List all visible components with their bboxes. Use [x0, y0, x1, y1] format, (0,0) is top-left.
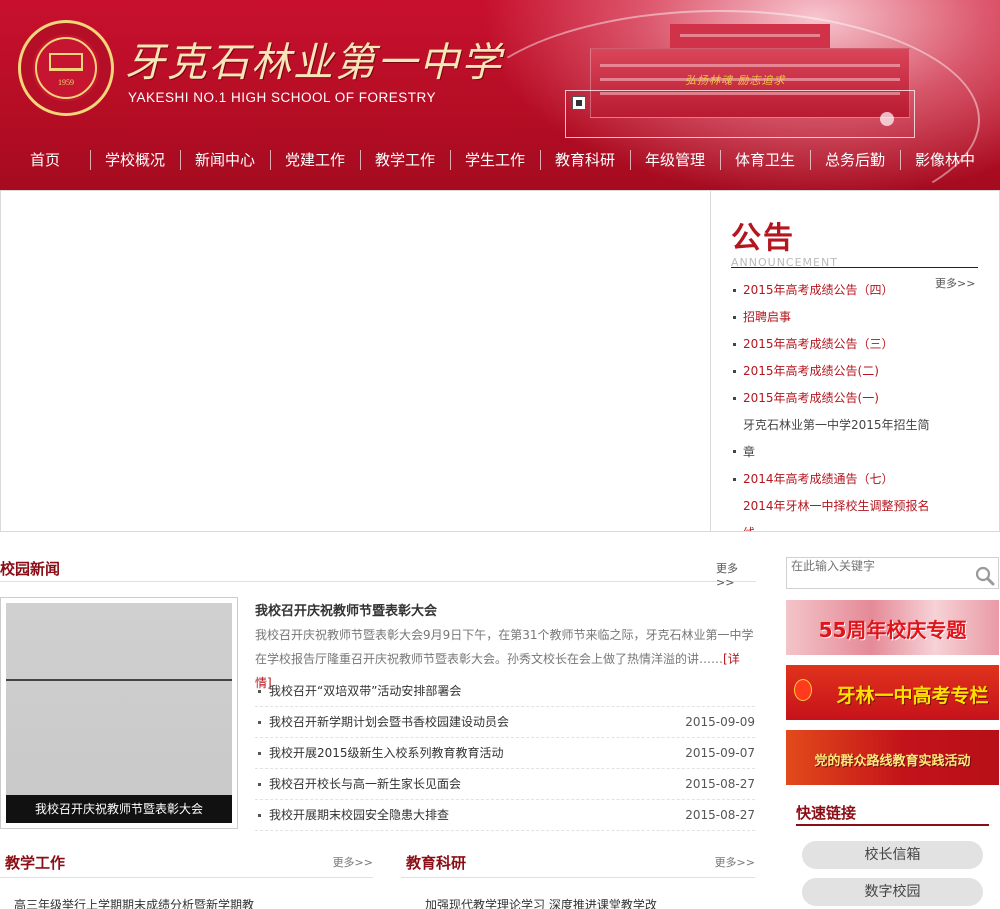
news-item-title[interactable]: 我校开展2015级新生入校系列教育教育活动 — [269, 746, 504, 760]
research-title: 教育科研 — [406, 854, 467, 872]
news-item-title[interactable]: 我校召开新学期计划会暨书香校园建设动员会 — [269, 715, 509, 729]
announcement-more-link[interactable]: 更多>> — [935, 275, 975, 291]
news-list-item[interactable]: 我校开展2015级新生入校系列教育教育活动 2015-09-07 — [255, 738, 755, 769]
banner-pause-icon[interactable] — [572, 96, 586, 110]
promo-party-banner[interactable]: 党的群众路线教育实践活动 — [786, 730, 999, 785]
news-list-item[interactable]: 我校召开新学期计划会暨书香校园建设动员会 2015-09-09 — [255, 707, 755, 738]
news-photo-image: 我校召开庆祝教师节暨表彰大会 — [6, 603, 232, 823]
feature-news-title[interactable]: 我校召开庆祝教师节暨表彰大会 — [255, 600, 437, 619]
teaching-header: 教学工作 更多>> — [0, 852, 373, 878]
banner-dot-icon[interactable] — [880, 112, 894, 126]
announcement-list: 2015年高考成绩公告（四） 招聘启事 2015年高考成绩公告（三） 2015年… — [731, 277, 931, 531]
announcement-item[interactable]: 2015年高考成绩公告（四） — [731, 277, 931, 304]
quick-links-header: 快速链接 — [796, 800, 989, 826]
promo-anniversary-banner[interactable]: 55周年校庆专题 — [786, 600, 999, 655]
image-slider[interactable] — [0, 190, 711, 532]
main-nav: 首页 学校概况 新闻中心 党建工作 教学工作 学生工作 教育科研 年级管理 体育… — [0, 146, 1000, 176]
news-item-title[interactable]: 我校开展期末校园安全隐患大排查 — [269, 808, 449, 822]
teaching-item[interactable]: 高三年级举行上学期期末成绩分析暨新学期教 — [14, 896, 254, 909]
digital-campus-button[interactable]: 数字校园 — [802, 878, 983, 906]
campus-news-list: 我校召开“双培双带”活动安排部署会 我校召开新学期计划会暨书香校园建设动员会 20… — [255, 676, 755, 831]
nav-item-health[interactable]: 体育卫生 — [720, 146, 810, 176]
school-motto: 弘扬林魂 励志追求 — [685, 74, 786, 87]
nav-item-overview[interactable]: 学校概况 — [90, 146, 180, 176]
announcement-item[interactable]: 牙克石林业第一中学2015年招生简章 — [731, 412, 931, 466]
promo-party-text: 党的群众路线教育实践活动 — [814, 754, 971, 769]
banner-frame — [565, 90, 915, 138]
news-list-item[interactable]: 我校开展期末校园安全隐患大排查 2015-08-27 — [255, 800, 755, 831]
promo-gaokao-text: 牙林一中高考专栏 — [836, 685, 989, 707]
research-header: 教育科研 更多>> — [401, 852, 755, 878]
principal-mailbox-button[interactable]: 校长信箱 — [802, 841, 983, 869]
news-item-title[interactable]: 我校召开校长与高一新生家长见面会 — [269, 777, 461, 791]
news-photo[interactable]: 我校召开庆祝教师节暨表彰大会 — [0, 597, 238, 829]
announcement-divider — [731, 267, 978, 268]
nav-item-party[interactable]: 党建工作 — [270, 146, 360, 176]
search-input[interactable] — [791, 558, 967, 574]
teaching-title: 教学工作 — [5, 854, 66, 872]
news-item-date: 2015-08-27 — [685, 777, 755, 791]
nav-item-students[interactable]: 学生工作 — [450, 146, 540, 176]
announcement-item[interactable]: 2015年高考成绩公告(一) — [731, 385, 931, 412]
announcement-panel: 公告 ANNOUNCEMENT 更多>> 2015年高考成绩公告（四） 招聘启事… — [711, 190, 1000, 532]
announcement-item[interactable]: 2015年高考成绩公告（三） — [731, 331, 931, 358]
news-item-date: 2015-08-27 — [685, 808, 755, 822]
school-name-cn[interactable]: 牙克石林业第一中学 — [125, 30, 503, 88]
campus-news-more-link[interactable]: 更多>> — [716, 560, 756, 589]
nav-item-news[interactable]: 新闻中心 — [180, 146, 270, 176]
seal-year: 1959 — [58, 78, 74, 87]
nav-item-teaching[interactable]: 教学工作 — [360, 146, 450, 176]
announcement-title: 公告 — [731, 221, 795, 256]
news-item-date: 2015-09-09 — [685, 715, 755, 729]
announcement-item[interactable]: 2014年高考成绩通告（七） — [731, 466, 931, 493]
campus-news-header: 校园新闻 更多>> — [0, 556, 756, 589]
nav-item-home[interactable]: 首页 — [0, 146, 90, 176]
school-name-en: YAKESHI NO.1 HIGH SCHOOL OF FORESTRY — [128, 90, 437, 105]
site-header: 1959 牙克石林业第一中学 YAKESHI NO.1 HIGH SCHOOL … — [0, 0, 1000, 190]
news-item-title[interactable]: 我校召开“双培双带”活动安排部署会 — [269, 684, 461, 698]
promo-anniversary-text: 55周年校庆专题 — [818, 618, 967, 642]
campus-news-title: 校园新闻 — [0, 560, 61, 578]
research-more-link[interactable]: 更多>> — [715, 854, 755, 870]
news-list-item[interactable]: 我校召开“双培双带”活动安排部署会 — [255, 676, 755, 707]
news-photo-caption[interactable]: 我校召开庆祝教师节暨表彰大会 — [6, 795, 232, 823]
promo-gaokao-banner[interactable]: 牙林一中高考专栏 — [786, 665, 999, 720]
feature-summary-text: 我校召开庆祝教师节暨表彰大会9月9日下午，在第31个教师节来临之际，牙克石林业第… — [255, 628, 754, 666]
nav-item-logistics[interactable]: 总务后勤 — [810, 146, 900, 176]
research-item[interactable]: 加强现代教学理论学习 深度推进课堂教学改 — [425, 896, 657, 909]
announcement-item[interactable]: 招聘启事 — [731, 304, 931, 331]
nav-item-grades[interactable]: 年级管理 — [630, 146, 720, 176]
announcement-item[interactable]: 2015年高考成绩公告(二) — [731, 358, 931, 385]
nav-item-gallery[interactable]: 影像林中 — [900, 146, 990, 176]
nav-item-research[interactable]: 教育科研 — [540, 146, 630, 176]
school-seal-logo[interactable]: 1959 — [18, 20, 114, 116]
search-box — [786, 557, 999, 589]
search-icon[interactable] — [975, 566, 995, 586]
teaching-more-link[interactable]: 更多>> — [333, 854, 373, 870]
announcement-item[interactable]: 2014年牙林一中择校生调整预报名线 — [731, 493, 931, 531]
news-list-item[interactable]: 我校召开校长与高一新生家长见面会 2015-08-27 — [255, 769, 755, 800]
quick-links-title: 快速链接 — [796, 804, 857, 822]
news-item-date: 2015-09-07 — [685, 746, 755, 760]
